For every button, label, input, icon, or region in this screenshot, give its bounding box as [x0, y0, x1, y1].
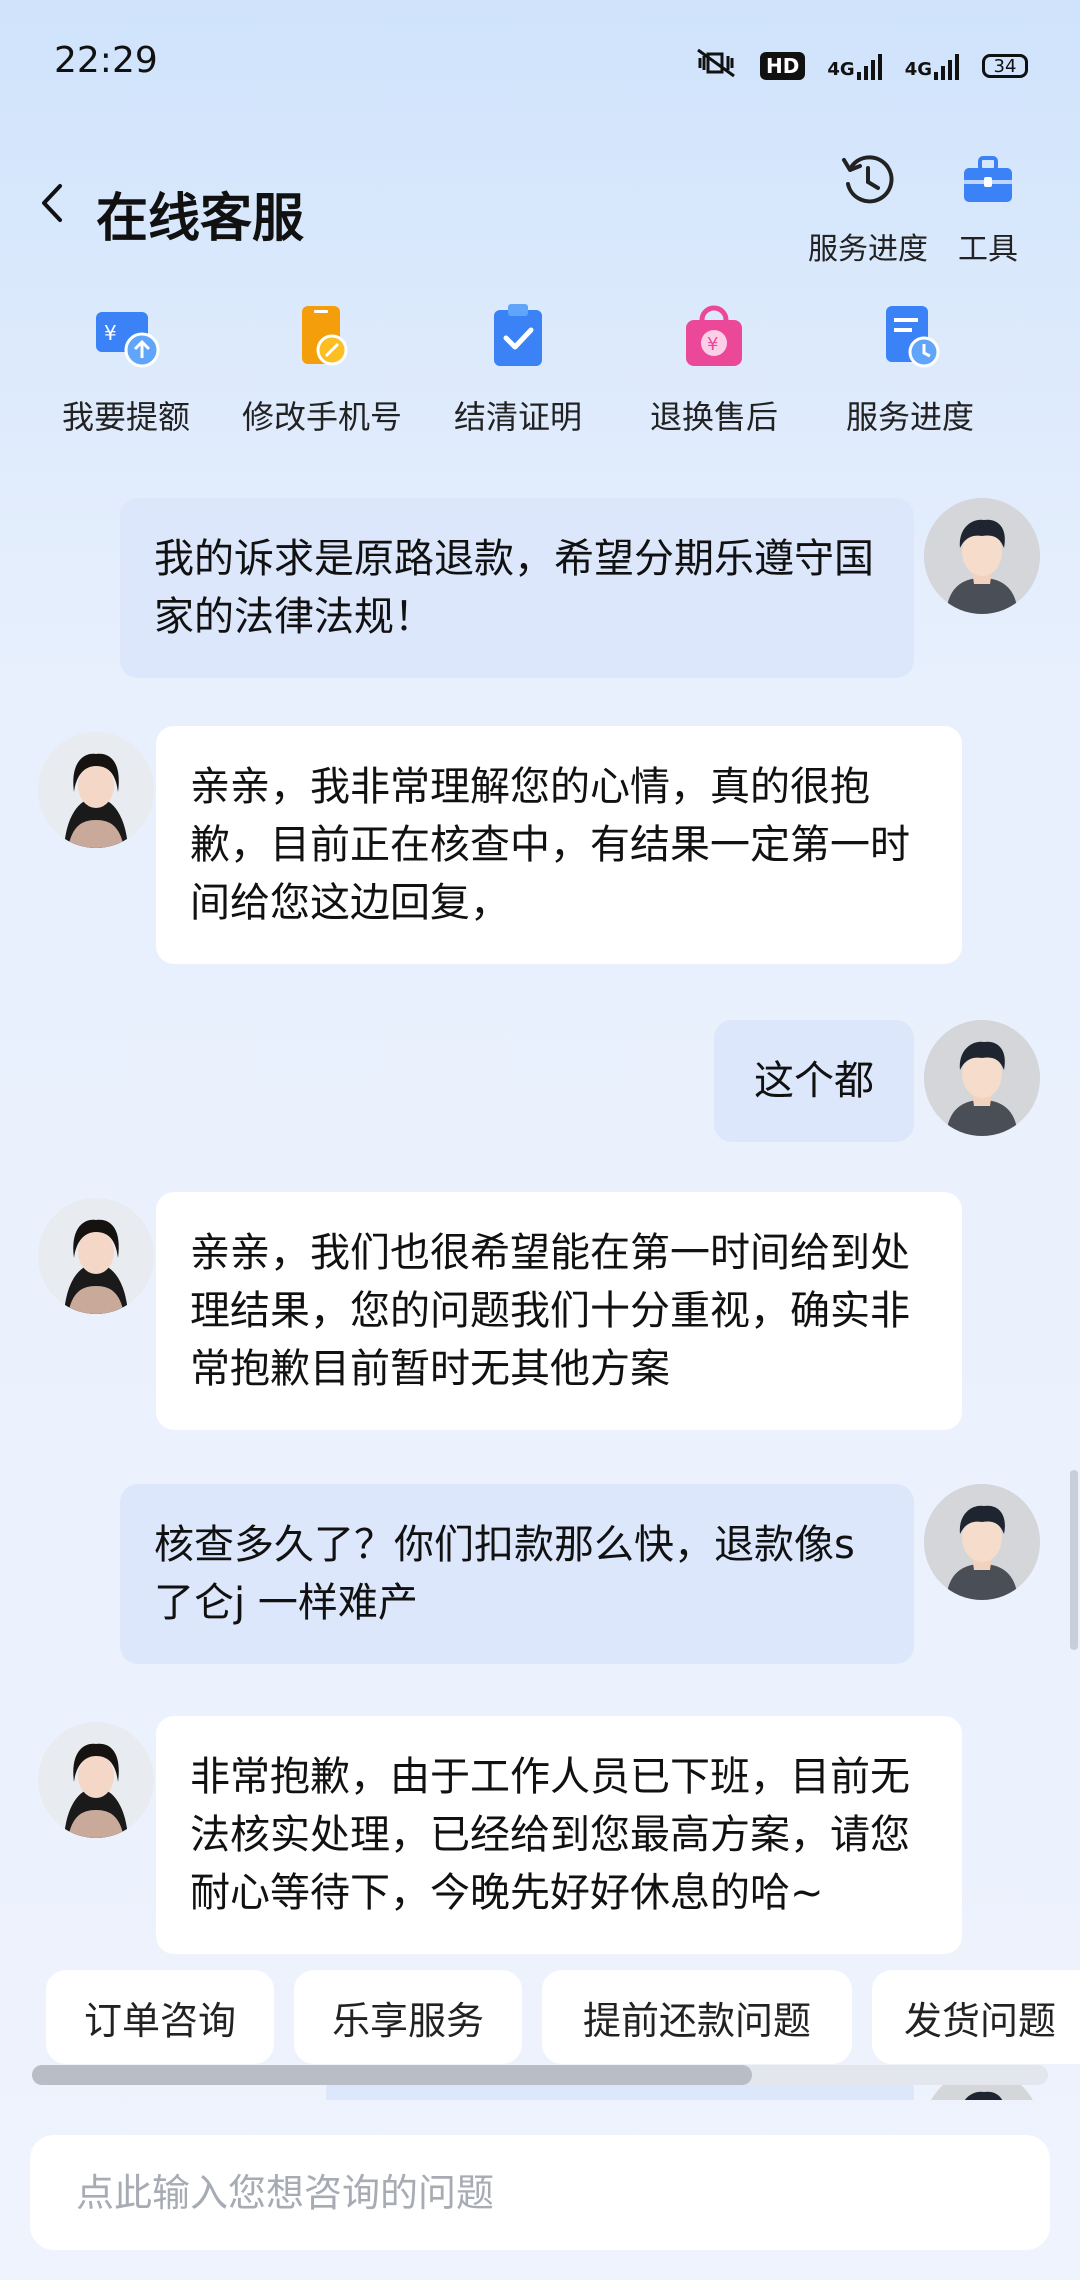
shortcut-label: 修改手机号	[241, 398, 402, 436]
user-message-bubble: 核查多久了？你们扣款那么快，退款像s了仑j 一样难产	[120, 1484, 914, 1664]
svg-text:¥: ¥	[104, 321, 117, 345]
back-icon[interactable]	[36, 178, 66, 236]
shortcut-label: 服务进度	[845, 398, 974, 436]
shortcut-label: 我要提额	[61, 398, 190, 436]
agent-message-bubble: 非常抱歉，由于工作人员已下班，目前无法核实处理，已经给到您最高方案，请您耐心等待…	[156, 1716, 962, 1954]
user-message-bubble: 这个都	[714, 1020, 914, 1142]
mute-vibrate-icon	[694, 48, 738, 84]
shortcut-service-progress[interactable]: 服务进度	[810, 300, 1010, 438]
4g-signal-icon: 4G	[905, 52, 960, 80]
message-input[interactable]	[30, 2135, 990, 2250]
quick-reply-chip[interactable]: 订单咨询	[46, 1970, 274, 2064]
status-time: 22:29	[54, 40, 158, 81]
quick-replies-scrollbar[interactable]	[32, 2065, 1048, 2085]
quick-replies: 订单咨询 乐享服务 提前还款问题 发货问题	[0, 1970, 1080, 2080]
agent-message-bubble: 亲亲，我们也很希望能在第一时间给到处理结果，您的问题我们十分重视，确实非常抱歉目…	[156, 1192, 962, 1430]
shortcut-settlement-proof[interactable]: 结清证明	[418, 300, 618, 438]
status-bar: 22:29 HD 4G 4G 34	[0, 0, 1080, 130]
toolbox-icon	[958, 150, 1018, 214]
shopping-bag-yen-icon: ¥	[678, 300, 750, 376]
header: 在线客服 服务进度 工具	[0, 130, 1080, 290]
service-progress-label: 服务进度	[808, 232, 928, 267]
user-avatar	[924, 498, 1040, 614]
quick-reply-chip[interactable]: 发货问题	[872, 1970, 1080, 2064]
shortcut-label: 退换售后	[649, 398, 778, 436]
page-title: 在线客服	[96, 189, 305, 249]
tools-button[interactable]: 工具	[958, 150, 1018, 268]
4g-signal-icon: 4G	[827, 52, 882, 80]
credit-increase-icon: ¥	[90, 300, 162, 376]
phone-edit-icon	[286, 300, 358, 376]
tools-label: 工具	[958, 232, 1018, 267]
agent-avatar	[38, 732, 154, 848]
user-avatar	[924, 1484, 1040, 1600]
quick-replies-scrollbar-thumb[interactable]	[32, 2065, 752, 2085]
chat-scrollbar-thumb[interactable]	[1070, 1470, 1078, 1650]
svg-text:¥: ¥	[707, 334, 718, 355]
agent-avatar	[38, 1722, 154, 1838]
document-clock-icon	[874, 300, 946, 376]
agent-avatar	[38, 1198, 154, 1314]
shortcut-credit-increase[interactable]: ¥ 我要提额	[26, 300, 226, 438]
user-avatar	[924, 1020, 1040, 1136]
hd-icon: HD	[760, 52, 806, 80]
clipboard-check-icon	[482, 300, 554, 376]
shortcut-after-sales[interactable]: ¥ 退换售后	[614, 300, 814, 438]
battery-icon: 34	[982, 54, 1028, 78]
shortcut-change-phone[interactable]: 修改手机号	[222, 300, 422, 438]
chat-area[interactable]: 我的诉求是原路退款，希望分期乐遵守国家的法律法规！ 亲亲，我非常理解您的心情，真…	[0, 460, 1080, 2100]
clock-history-icon	[838, 150, 898, 214]
message-input-bar	[30, 2135, 1050, 2250]
chat-scrollbar[interactable]	[1068, 460, 1080, 2100]
agent-message-bubble: 亲亲，我非常理解您的心情，真的很抱歉，目前正在核查中，有结果一定第一时间给您这边…	[156, 726, 962, 964]
quick-reply-chip[interactable]: 提前还款问题	[542, 1970, 852, 2064]
quick-reply-chip[interactable]: 乐享服务	[294, 1970, 522, 2064]
shortcut-bar: ¥ 我要提额 修改手机号 结清证明 ¥ 退换售后 服务进度	[0, 300, 1080, 450]
service-progress-button[interactable]: 服务进度	[808, 150, 928, 268]
user-message-bubble: 我的诉求是原路退款，希望分期乐遵守国家的法律法规！	[120, 498, 914, 678]
shortcut-label: 结清证明	[453, 398, 582, 436]
status-icons: HD 4G 4G 34	[694, 48, 1028, 84]
